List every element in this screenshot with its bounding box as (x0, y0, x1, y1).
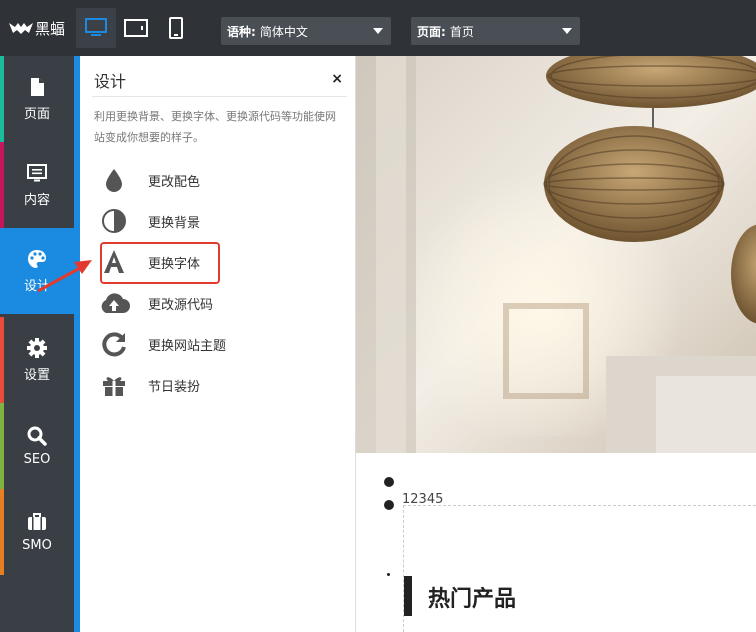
briefcase-icon (28, 512, 46, 530)
nav-label-page: 页面 (23, 106, 50, 122)
page-value: 首页 (449, 24, 474, 39)
menu-item-change-source[interactable]: 更改源代码 (94, 285, 334, 321)
page-label: 页面: (417, 24, 446, 39)
language-select[interactable]: 语种: 简体中文 (221, 17, 391, 45)
slider-dot[interactable] (384, 500, 394, 510)
menu-item-change-background[interactable]: 更换背景 (94, 203, 334, 239)
search-icon (27, 426, 47, 446)
monitor-icon (27, 163, 47, 181)
section-title-bar (404, 576, 412, 616)
nav-item-content[interactable]: 内容 (0, 142, 74, 228)
nav-item-smo[interactable]: SMO (0, 489, 74, 575)
contrast-icon (94, 206, 134, 236)
drop-icon (94, 165, 134, 195)
logo-text: 黑蝠 (34, 19, 65, 38)
chevron-down-icon (562, 28, 572, 34)
nav-stripe (0, 317, 4, 403)
divider (92, 96, 347, 97)
logo[interactable]: 黑蝠 (0, 0, 74, 56)
nav-stripe (0, 56, 4, 142)
menu-item-change-theme[interactable]: 更换网站主题 (94, 326, 334, 362)
menu-item-holiday-decor[interactable]: 节日装扮 (94, 367, 334, 403)
highlight-box (100, 242, 220, 284)
menu-item-change-color[interactable]: 更改配色 (94, 162, 334, 198)
menu-label: 更换背景 (148, 215, 201, 231)
left-nav: 页面 内容 设计 设置 SEO SMO (0, 56, 74, 632)
refresh-icon (94, 329, 134, 359)
nav-stripe (0, 142, 4, 228)
menu-label: 更改配色 (148, 174, 201, 190)
menu-label: 更换网站主题 (148, 338, 227, 354)
phone-view-button[interactable] (156, 8, 196, 48)
site-preview: 12345 热门产品 (356, 56, 756, 632)
bullet-dot (387, 573, 390, 576)
nav-stripe (0, 489, 4, 575)
nav-item-page[interactable]: 页面 (0, 56, 74, 142)
dashed-guide (403, 505, 756, 506)
page-select[interactable]: 页面: 首页 (411, 17, 580, 45)
top-toolbar: 黑蝠 语种: 简体中文 页面: 首页 (0, 0, 756, 56)
nav-label-smo: SMO (22, 537, 52, 553)
slider-dot[interactable] (384, 477, 394, 487)
gear-icon (27, 337, 47, 358)
hero-image (356, 56, 756, 453)
close-icon[interactable]: × (331, 71, 343, 87)
nav-label-content: 内容 (23, 192, 50, 208)
menu-label: 更改源代码 (148, 297, 214, 313)
phone-icon (169, 17, 183, 39)
language-value: 简体中文 (259, 24, 308, 39)
nav-item-seo[interactable]: SEO (0, 403, 74, 489)
red-arrow-icon (37, 260, 92, 293)
section-title: 热门产品 (428, 587, 517, 612)
nav-stripe (0, 403, 4, 489)
nav-item-settings[interactable]: 设置 (0, 317, 74, 403)
desktop-icon (85, 18, 107, 36)
file-icon (31, 77, 44, 96)
chevron-down-icon (373, 28, 383, 34)
cloud-upload-icon (94, 288, 134, 318)
tablet-icon (124, 19, 148, 37)
desktop-view-button[interactable] (76, 8, 116, 48)
tablet-view-button[interactable] (116, 8, 156, 48)
bat-logo-icon (8, 23, 33, 34)
nav-label-seo: SEO (23, 451, 51, 467)
panel-title: 设计 (94, 72, 127, 91)
gift-icon (94, 370, 134, 400)
design-panel: 设计 × 利用更换背景、更换字体、更换源代码等功能使网站变成你想要的样子。 更改… (74, 56, 356, 632)
nav-label-settings: 设置 (23, 367, 50, 383)
menu-label: 节日装扮 (148, 379, 201, 395)
panel-description: 利用更换背景、更换字体、更换源代码等功能使网站变成你想要的样子。 (94, 110, 336, 144)
language-label: 语种: (227, 24, 256, 39)
